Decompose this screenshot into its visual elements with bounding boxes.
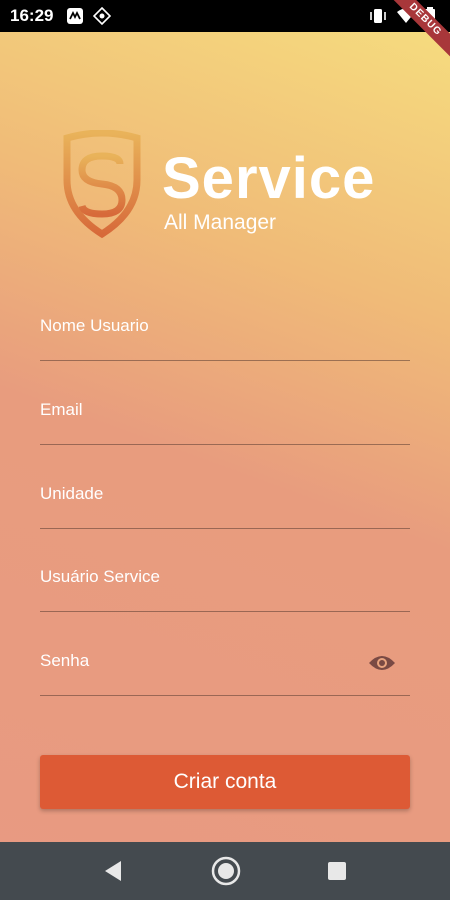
- email-field[interactable]: Email: [40, 392, 410, 445]
- back-triangle-icon[interactable]: [103, 860, 123, 887]
- brand-logo: Service All Manager: [62, 130, 392, 240]
- recents-square-icon[interactable]: [327, 861, 347, 886]
- unidade-label: Unidade: [40, 484, 104, 503]
- vibrate-icon: [368, 7, 388, 30]
- location-notification-icon: [92, 6, 112, 30]
- status-time: 16:29: [10, 6, 54, 25]
- senha-field[interactable]: Senha: [40, 643, 410, 696]
- signup-screen: 16:29 DEBUG Service All Manager Nome Usu…: [0, 0, 450, 900]
- senha-label: Senha: [40, 651, 90, 670]
- shield-logo-icon: [63, 130, 141, 239]
- status-bar: 16:29: [0, 0, 450, 32]
- usuario-service-label: Usuário Service: [40, 567, 160, 586]
- navigation-bar: [0, 842, 450, 900]
- unidade-field[interactable]: Unidade: [40, 476, 410, 529]
- nome-usuario-field[interactable]: Nome Usuario: [40, 308, 410, 361]
- nome-usuario-label: Nome Usuario: [40, 316, 149, 335]
- brand-title: Service: [162, 146, 376, 211]
- media-notification-icon: [66, 7, 84, 30]
- email-label: Email: [40, 400, 83, 419]
- usuario-service-field[interactable]: Usuário Service: [40, 559, 410, 612]
- eye-icon[interactable]: [368, 653, 396, 678]
- brand-subtitle: All Manager: [164, 211, 277, 234]
- criar-conta-button[interactable]: Criar conta: [40, 755, 410, 809]
- home-circle-icon[interactable]: [211, 856, 241, 891]
